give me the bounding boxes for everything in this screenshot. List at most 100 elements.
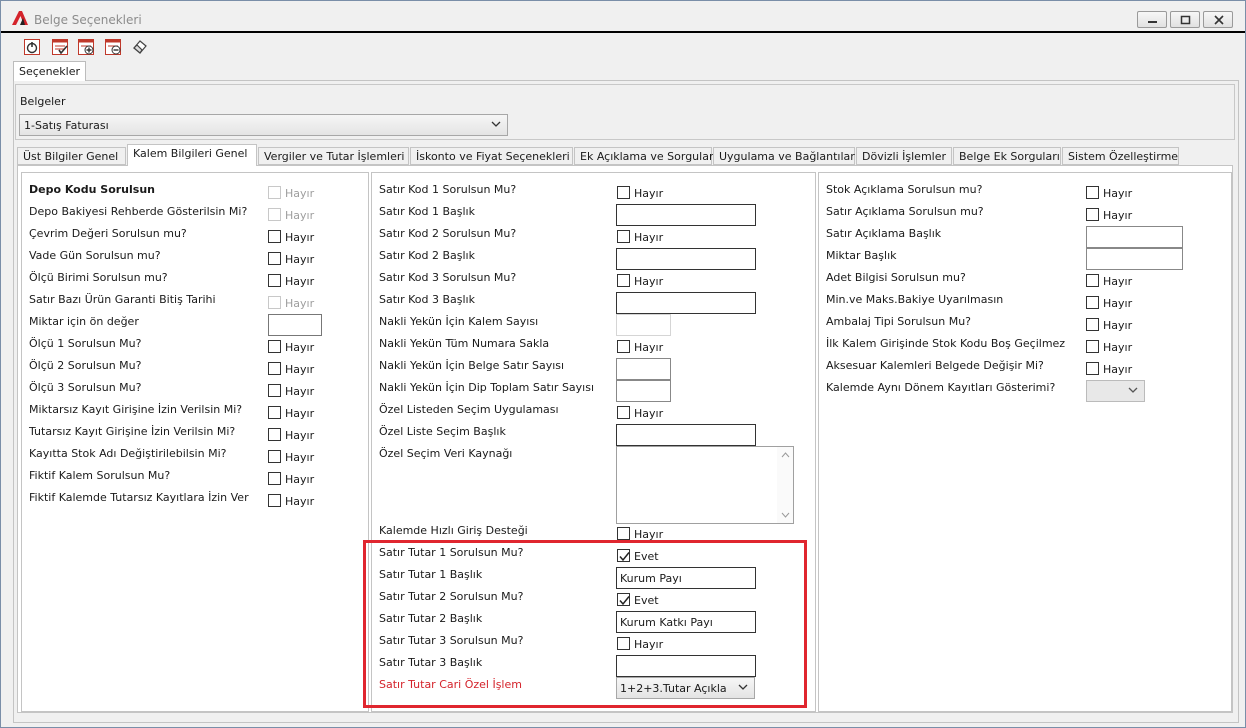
checkbox[interactable] [268,186,281,199]
power-icon[interactable] [23,38,41,56]
satir-kod-2-baslik-input[interactable] [616,248,756,270]
checkbox[interactable] [268,252,281,265]
checkbox-label: Hayır [285,363,315,376]
checkbox-label: Hayır [285,429,315,442]
checkbox[interactable] [1086,186,1099,199]
satir-aciklama-baslik-input[interactable] [1086,226,1183,248]
maximize-button[interactable] [1170,11,1200,28]
checkbox-label: Hayır [285,297,315,310]
checkbox-label: Hayır [285,451,315,464]
checkbox-label: Hayır [285,495,315,508]
option-label: Ambalaj Tipi Sorulsun Mu? [826,315,972,328]
checkbox[interactable] [1086,274,1099,287]
checkbox[interactable] [268,296,281,309]
belge-satir-sayisi-input[interactable] [616,358,671,380]
checkbox[interactable] [268,340,281,353]
option-label: İlk Kalem Girişinde Stok Kodu Boş Geçilm… [826,337,1066,350]
checkbox[interactable] [1086,296,1099,309]
satir-kod-1-baslik-input[interactable] [616,204,756,226]
check-list-icon[interactable] [51,38,69,56]
scroll-down-icon[interactable] [781,512,790,518]
chevron-down-icon [491,121,501,127]
checkbox[interactable] [617,527,630,540]
option-label: Nakli Yekün İçin Belge Satır Sayısı [379,359,565,372]
tab-iskonto-ve-fiyat[interactable]: İskonto ve Fiyat Seçenekleri [410,147,573,165]
option-label: Nakli Yekün Tüm Numara Sakla [379,337,550,350]
checkbox-label: Hayır [634,341,664,354]
checkbox[interactable] [617,406,630,419]
option-label: Kalemde Aynı Dönem Kayıtları Gösterimi? [826,381,1056,394]
minimize-button[interactable] [1137,11,1167,28]
scrollbar[interactable] [777,447,793,523]
option-label: Ölçü 1 Sorulsun Mu? [29,337,142,350]
remove-list-icon[interactable] [104,38,122,56]
checkbox[interactable] [617,230,630,243]
checkbox[interactable] [268,274,281,287]
belge-type-select[interactable]: 1-Satış Faturası [19,114,508,136]
checkbox[interactable] [617,340,630,353]
checkbox-label: Hayır [1103,363,1133,376]
checkbox[interactable] [268,362,281,375]
checkbox[interactable] [268,384,281,397]
checkbox[interactable] [268,208,281,221]
checkbox[interactable] [268,230,281,243]
miktar-on-deger-input[interactable] [268,314,322,336]
tab-uygulama-ve-baglantilar[interactable]: Uygulama ve Bağlantılar [713,147,855,165]
checkbox[interactable] [1086,208,1099,221]
option-label: Fiktif Kalem Sorulsun Mu? [29,469,171,482]
nakli-yekun-kalem-sayisi-input[interactable] [616,314,671,336]
option-label: Kayıtta Stok Adı Değiştirilebilsin Mi? [29,447,227,460]
add-list-icon[interactable] [77,38,95,56]
eraser-icon[interactable] [131,38,149,56]
option-label: Miktar Başlık [826,249,897,262]
checkbox-label: Hayır [1103,187,1133,200]
option-label: Özel Liste Seçim Başlık [379,425,506,438]
option-label: Satır Bazı Ürün Garanti Bitiş Tarihi [29,293,216,306]
option-label: Min.ve Maks.Bakiye Uyarılmasın [826,293,1004,306]
checkbox[interactable] [268,472,281,485]
option-label: Vade Gün Sorulsun mu? [29,249,161,262]
tab-ek-aciklama[interactable]: Ek Açıklama ve Sorgular [574,147,713,165]
checkbox-label: Hayır [1103,319,1133,332]
option-label: Satır Kod 1 Başlık [379,205,475,218]
ozel-secim-veri-kaynagi-textarea[interactable] [616,446,794,524]
checkbox[interactable] [1086,340,1099,353]
checkbox[interactable] [1086,362,1099,375]
checkbox[interactable] [1086,318,1099,331]
checkbox[interactable] [268,428,281,441]
tab-sistem-ozellestirme[interactable]: Sistem Özelleştirme [1062,147,1179,165]
checkbox-label: Hayır [1103,297,1133,310]
restore-icon [1180,15,1191,25]
dip-toplam-satir-sayisi-input[interactable] [616,380,671,402]
checkbox[interactable] [268,494,281,507]
close-icon [1214,15,1224,25]
tab-secenekler[interactable]: Seçenekler [13,61,86,81]
option-label: Satır Açıklama Sorulsun mu? [826,205,984,218]
option-label: Tutarsız Kayıt Girişine İzin Verilsin Mi… [29,425,236,438]
ayni-donem-kayitlari-select[interactable] [1086,380,1145,402]
ozel-liste-secim-baslik-input[interactable] [616,424,756,446]
checkbox-label: Hayır [285,187,315,200]
satir-kod-3-baslik-input[interactable] [616,292,756,314]
tab-belge-ek-sorgulari[interactable]: Belge Ek Sorguları [953,147,1061,165]
miktar-baslik-input[interactable] [1086,248,1183,270]
checkbox-label: Hayır [285,473,315,486]
tab-dovizli-islemler[interactable]: Dövizli İşlemler [856,147,952,165]
checkbox-label: Hayır [634,231,664,244]
tab-ust-bilgiler-genel[interactable]: Üst Bilgiler Genel [17,147,126,165]
scroll-up-icon[interactable] [781,452,790,458]
option-label: Özel Listeden Seçim Uygulaması [379,403,559,416]
title-bar[interactable]: Belge Seçenekleri [1,1,1245,33]
checkbox[interactable] [268,450,281,463]
option-label: Nakli Yekün İçin Kalem Sayısı [379,315,539,328]
option-label: Satır Açıklama Başlık [826,227,942,240]
tab-vergiler-ve-tutar-islemleri[interactable]: Vergiler ve Tutar İşlemleri [258,147,409,165]
checkbox[interactable] [268,406,281,419]
app-logo-icon [12,11,28,25]
checkbox-label: Hayır [634,407,664,420]
tab-kalem-bilgileri-genel[interactable]: Kalem Bilgileri Genel [127,144,257,166]
checkbox[interactable] [617,274,630,287]
checkbox[interactable] [617,186,630,199]
close-button[interactable] [1203,11,1233,28]
option-label: Satır Kod 2 Başlık [379,249,475,262]
